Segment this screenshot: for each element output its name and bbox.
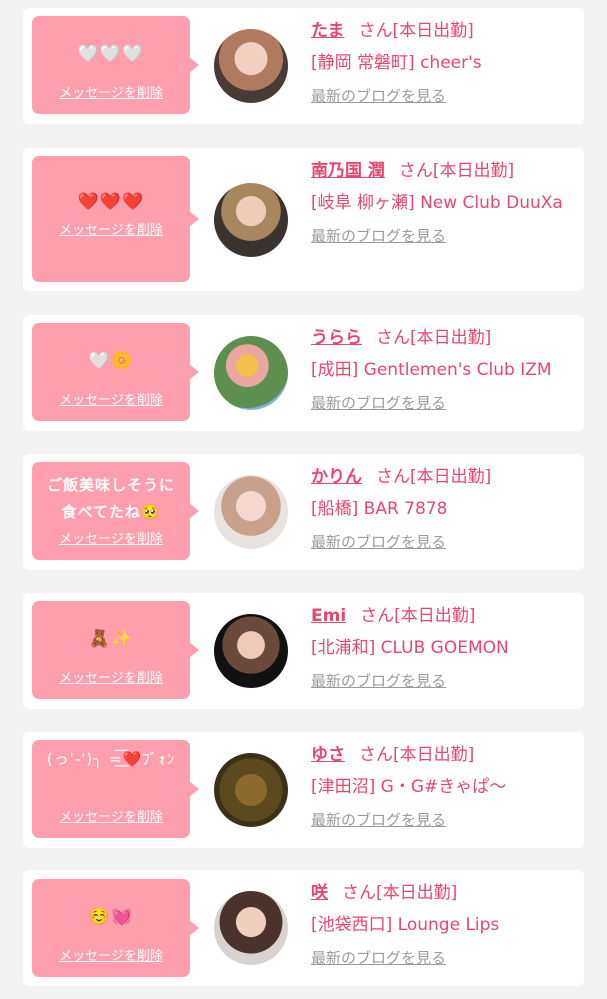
blog-link[interactable]: 最新のブログを見る xyxy=(311,85,576,107)
blog-link[interactable]: 最新のブログを見る xyxy=(311,670,576,692)
honorific: さん xyxy=(398,161,433,181)
delete-message-link[interactable]: メッセージを削除 xyxy=(32,806,190,825)
status-label: [本日出勤] xyxy=(394,606,476,626)
message-text: (っ'-')╮ =͟͟͞͞❤️ﾌﾞｫﾝ xyxy=(46,750,176,768)
status-label: [本日出勤] xyxy=(432,161,515,181)
cast-name-link[interactable]: ゆさ xyxy=(311,745,345,765)
avatar[interactable] xyxy=(214,29,288,103)
blog-link[interactable]: 最新のブログを見る xyxy=(311,225,576,247)
avatar[interactable] xyxy=(214,475,288,549)
cast-name-link[interactable]: うらら xyxy=(311,328,362,348)
avatar[interactable] xyxy=(214,183,288,257)
list-item: 🤍🤍🤍 メッセージを削除 たま さん[本日出勤] [静岡 常磐町] cheer's… xyxy=(23,8,584,124)
list-item: ご飯美味しそうに食べてたね🥺 メッセージを削除 かりん さん[本日出勤] [船橋]… xyxy=(23,454,584,570)
cast-name-link[interactable]: 南乃国 潤 xyxy=(311,161,385,181)
message-bubble: 🤍🌼 メッセージを削除 xyxy=(32,323,199,421)
blog-link[interactable]: 最新のブログを見る xyxy=(311,947,576,969)
list-item: (っ'-')╮ =͟͟͞͞❤️ﾌﾞｫﾝ メッセージを削除 ゆさ さん[本日出勤] … xyxy=(23,732,584,848)
message-bubble: (っ'-')╮ =͟͟͞͞❤️ﾌﾞｫﾝ メッセージを削除 xyxy=(32,740,199,838)
list-item: 🧸✨ メッセージを削除 Emi さん[本日出勤] [北浦和] CLUB GOEMO… xyxy=(23,593,584,709)
honorific: さん xyxy=(359,745,393,765)
delete-message-link[interactable]: メッセージを削除 xyxy=(32,389,190,408)
message-bubble: 🧸✨ メッセージを削除 xyxy=(32,601,199,699)
blog-link[interactable]: 最新のブログを見る xyxy=(311,531,576,553)
honorific: さん xyxy=(360,606,395,626)
shop-label: [成田] Gentlemen's Club IZM xyxy=(311,360,552,380)
list-item: ☺️💓 メッセージを削除 咲さん[本日出勤] [池袋西口] Lounge Lip… xyxy=(23,870,584,986)
cast-name-link[interactable]: たま xyxy=(311,21,345,41)
message-text: ☺️💓 xyxy=(88,907,134,927)
status-label: [本日出勤] xyxy=(376,883,458,903)
message-list: 🤍🤍🤍 メッセージを削除 たま さん[本日出勤] [静岡 常磐町] cheer's… xyxy=(0,0,607,999)
honorific: さん xyxy=(358,21,393,41)
blog-link[interactable]: 最新のブログを見る xyxy=(311,809,576,831)
message-text: ご飯美味しそうに食べてたね🥺 xyxy=(46,476,175,521)
message-text: 🤍🌼 xyxy=(88,351,134,371)
message-bubble: 🤍🤍🤍 メッセージを削除 xyxy=(32,16,199,114)
shop-label: [池袋西口] Lounge Lips xyxy=(311,915,500,935)
honorific: さん xyxy=(342,883,376,903)
avatar[interactable] xyxy=(214,753,288,827)
blog-link[interactable]: 最新のブログを見る xyxy=(311,392,576,414)
cast-name-link[interactable]: Emi xyxy=(311,606,346,626)
avatar[interactable] xyxy=(214,336,288,410)
shop-label: [岐阜 柳ヶ瀬] New Club DuuXa xyxy=(311,193,563,213)
status-label: [本日出勤] xyxy=(392,21,474,41)
shop-label: [北浦和] CLUB GOEMON xyxy=(311,638,509,658)
status-label: [本日出勤] xyxy=(410,467,492,487)
message-bubble: ご飯美味しそうに食べてたね🥺 メッセージを削除 xyxy=(32,462,199,560)
cast-name-link[interactable]: かりん xyxy=(311,467,362,487)
shop-label: [船橋] BAR 7878 xyxy=(311,499,448,519)
delete-message-link[interactable]: メッセージを削除 xyxy=(32,945,190,964)
message-text: 🤍🤍🤍 xyxy=(77,44,145,64)
message-bubble: ❤️❤️❤️ メッセージを削除 xyxy=(32,156,199,282)
status-label: [本日出勤] xyxy=(393,745,475,765)
shop-label: [静岡 常磐町] cheer's xyxy=(311,53,482,73)
delete-message-link[interactable]: メッセージを削除 xyxy=(32,667,190,686)
list-item: ❤️❤️❤️ メッセージを削除 南乃国 潤さん[本日出勤] [岐阜 柳ヶ瀬] N… xyxy=(23,148,584,291)
delete-message-link[interactable]: メッセージを削除 xyxy=(32,82,190,101)
honorific: さん xyxy=(376,467,410,487)
message-text: 🧸✨ xyxy=(88,629,134,649)
cast-name-link[interactable]: 咲 xyxy=(311,883,328,903)
message-text: ❤️❤️❤️ xyxy=(77,192,145,212)
list-item: 🤍🌼 メッセージを削除 うらら さん[本日出勤] [成田] Gentlemen's… xyxy=(23,315,584,431)
status-label: [本日出勤] xyxy=(410,328,492,348)
avatar[interactable] xyxy=(214,891,288,965)
honorific: さん xyxy=(376,328,410,348)
delete-message-link[interactable]: メッセージを削除 xyxy=(32,219,190,238)
avatar[interactable] xyxy=(214,614,288,688)
delete-message-link[interactable]: メッセージを削除 xyxy=(32,528,190,547)
message-bubble: ☺️💓 メッセージを削除 xyxy=(32,879,199,977)
shop-label: [津田沼] G・G#きゃぱ〜 xyxy=(311,777,507,797)
